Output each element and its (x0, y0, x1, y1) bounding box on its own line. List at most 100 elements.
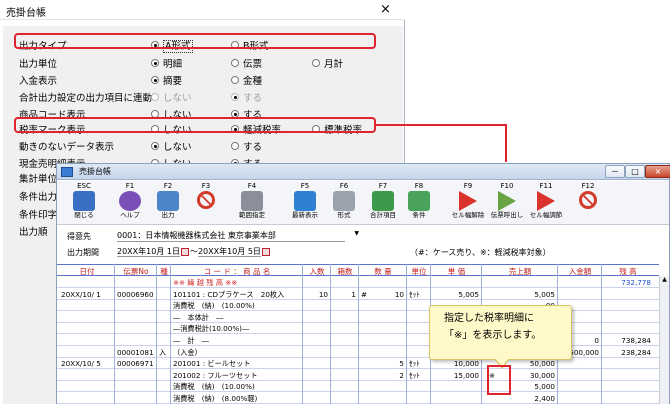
radio-button[interactable] (231, 76, 239, 84)
callout-line-2: 「※」を表示します。 (444, 330, 542, 341)
column-header[interactable]: 日付 (59, 266, 115, 277)
play-icon (459, 191, 477, 211)
radio-button[interactable] (151, 76, 159, 84)
table-cell-name: ―消費税計(10.00%)― (173, 324, 250, 334)
window-close-button[interactable]: × (645, 165, 670, 178)
option-label: 条件出力 (19, 192, 58, 203)
column-header[interactable]: 売上額 (482, 266, 558, 277)
radio-option[interactable]: 金種 (231, 73, 262, 87)
table-cell-date: 20XX/10/ 5 (61, 359, 101, 369)
toolbar-button-f12[interactable]: F12 (569, 182, 607, 224)
radio-button (231, 93, 239, 101)
option-label: 出力順 (19, 227, 48, 238)
toolbar-button-f4[interactable]: F4 範囲指定 (233, 182, 271, 224)
radio-option[interactable]: 伝票 (231, 56, 262, 70)
option-label: 合計出力設定の出力項目に連動 (19, 93, 153, 104)
toolbar-button-f9[interactable]: F9 セル幅解除 (449, 182, 487, 224)
radio-label: しない (163, 93, 192, 104)
column-header[interactable]: コ ー ド ： 商 品 名 (171, 266, 303, 277)
column-header[interactable]: 入数 (303, 266, 331, 277)
option-label: 集計単位 (19, 174, 58, 185)
radio-option[interactable]: する (231, 139, 262, 153)
column-divider (156, 264, 157, 404)
toolbar-button-esc[interactable]: ESC 閉じる (65, 182, 103, 224)
table-cell-price: 10,000 (453, 359, 479, 369)
table-cell-name: 消費税 (納) (8.00%軽) (173, 394, 258, 403)
radio-label: 明細 (163, 59, 183, 70)
toolbar-button-f7[interactable]: F7 合計項目 (364, 182, 402, 224)
play-icon (498, 191, 516, 211)
column-header[interactable]: 入金額 (558, 266, 602, 277)
radio-button[interactable] (151, 142, 159, 150)
calendar-icon (241, 191, 263, 211)
toolbar-button-f10[interactable]: F10 伝票呼出し (488, 182, 526, 224)
maximize-button[interactable]: □ (625, 165, 645, 178)
table-cell-name: ― 本体計 ― (173, 312, 224, 322)
toolbar-button-label: 条件 (412, 211, 426, 219)
option-row: 動きのないデータ表示 しない する (3, 136, 403, 154)
column-divider (170, 264, 171, 404)
column-header[interactable]: 箱数 (331, 266, 359, 277)
function-key-label: F8 (414, 182, 424, 190)
filter-icon (408, 191, 430, 211)
option-label: 条件印字 (19, 210, 58, 221)
column-header[interactable]: 種 (157, 266, 171, 277)
table-cell-hako: 1 (351, 289, 356, 299)
function-key-label: F7 (378, 182, 388, 190)
column-header[interactable]: 伝票No (115, 266, 157, 277)
close-icon[interactable]: × (380, 2, 391, 17)
column-divider (302, 264, 303, 404)
table-cell-name: 101101 : CDプラケース 20枚入 (173, 289, 285, 299)
radio-button[interactable] (231, 142, 239, 150)
toolbar-button-f6[interactable]: F6 形式 (325, 182, 363, 224)
radio-label: 伝票 (243, 59, 263, 70)
toolbar-button-label: 最新表示 (292, 211, 318, 219)
period-from-field[interactable]: 20XX年10月 1日 (117, 247, 180, 257)
column-header[interactable]: 単位 (407, 266, 431, 277)
minimize-button[interactable]: － (605, 165, 625, 178)
toolbar-button-f11[interactable]: F11 セル幅調節 (527, 182, 565, 224)
function-key-label: F10 (500, 182, 514, 190)
radio-button[interactable] (231, 59, 239, 67)
radio-option[interactable]: 摘要 (151, 73, 182, 87)
scroll-up-icon[interactable]: ▲ (662, 276, 667, 283)
function-key-label: F12 (581, 182, 595, 190)
connector-line (505, 124, 507, 162)
radio-button[interactable] (312, 59, 320, 67)
radio-button (151, 93, 159, 101)
radio-button[interactable] (151, 59, 159, 67)
column-header[interactable]: 単 価 (431, 266, 482, 277)
customer-select[interactable]: 0001：日本情報機器株式会社 東京事業本部 ▼ (117, 230, 359, 242)
function-key-label: F4 (247, 182, 257, 190)
help-icon (119, 191, 141, 211)
connector-line (376, 124, 507, 126)
column-header[interactable]: 数 量 (359, 266, 407, 277)
radio-option: しない (151, 90, 192, 104)
customer-label: 得意先 (67, 232, 91, 241)
function-key-label: F9 (463, 182, 473, 190)
toolbar-button-f8[interactable]: F8 条件 (400, 182, 438, 224)
function-toolbar: ESC 閉じる F1 ヘルプ F2 出力 F3 F4 範囲指定 F5 最新表示 F6 形式 F7 合計項目 F… (57, 181, 669, 225)
table-cell-name: 201001 : ビールセット (173, 359, 251, 369)
radio-option[interactable]: 月計 (312, 56, 343, 70)
option-row: 出力単位 明細 伝票 月計 (3, 53, 403, 71)
chevron-down-icon[interactable]: ▼ (354, 230, 359, 237)
radio-option[interactable]: 明細 (151, 56, 182, 70)
period-to-field[interactable]: 20XX年10月 5日 (197, 247, 261, 257)
column-divider (601, 264, 602, 404)
toolbar-button-f2[interactable]: F2 出力 (149, 182, 187, 224)
vertical-scrollbar[interactable]: ▲ (659, 276, 669, 404)
radio-label: 月計 (324, 59, 344, 70)
function-key-label: F6 (339, 182, 349, 190)
toolbar-button-f3[interactable]: F3 (187, 182, 225, 224)
calendar-icon[interactable] (261, 247, 270, 256)
radio-option[interactable]: しない (151, 139, 192, 153)
radio-label: しない (163, 142, 192, 153)
period-separator: ～ (189, 247, 198, 256)
toolbar-button-f1[interactable]: F1 ヘルプ (111, 182, 149, 224)
period-range: 20XX年10月 1日 ～20XX年10月 5日 (117, 246, 271, 257)
table-cell-name: ― 計 ― (173, 336, 209, 345)
toolbar-button-f5[interactable]: F5 最新表示 (286, 182, 324, 224)
calendar-icon[interactable] (180, 247, 189, 256)
column-header[interactable]: 残 高 (602, 266, 654, 277)
